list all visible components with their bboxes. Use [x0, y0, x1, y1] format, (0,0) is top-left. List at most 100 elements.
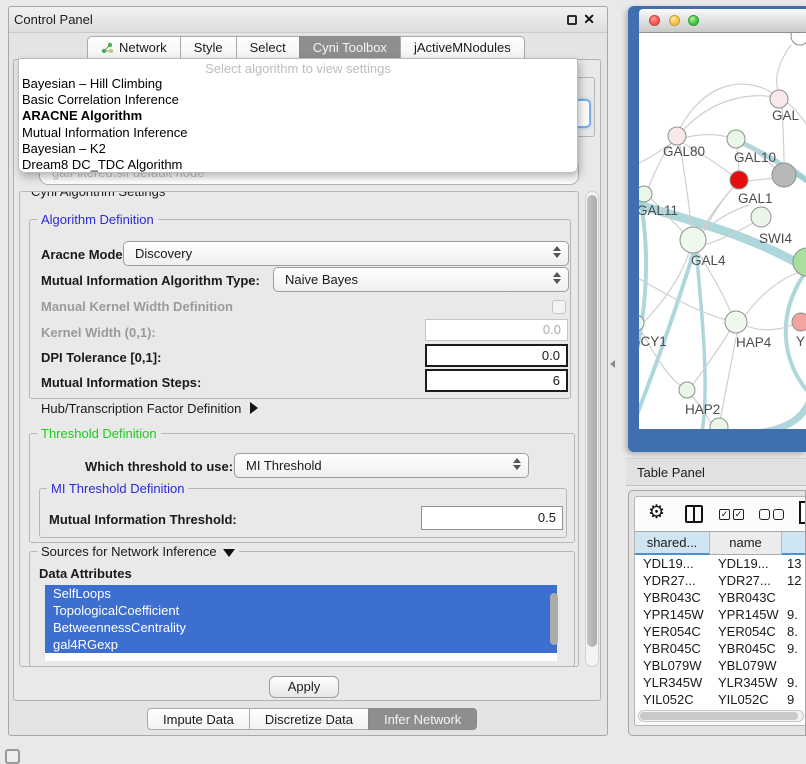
table-cell[interactable]: YDL19... [635, 555, 710, 572]
table-cell[interactable]: 13 [782, 555, 806, 572]
aracne-mode-combo[interactable]: Discovery [123, 241, 569, 266]
mi-type-combo[interactable]: Naive Bayes [273, 267, 569, 292]
network-node[interactable] [772, 163, 796, 187]
table-cell[interactable]: YLR345W [710, 674, 782, 691]
network-node-swi4[interactable] [751, 207, 771, 227]
tab-jactivemnodules[interactable]: jActiveMNodules [400, 36, 525, 59]
network-edge[interactable] [720, 333, 737, 421]
table-cell[interactable]: YDL19... [710, 555, 782, 572]
manual-kernel-checkbox[interactable] [552, 300, 566, 314]
window-zoom-button[interactable] [688, 15, 699, 26]
apply-button[interactable]: Apply [269, 676, 339, 698]
table-cell[interactable]: YBL079W [710, 657, 782, 674]
checkbox-checked-icon[interactable]: ✓ [719, 509, 730, 520]
network-edge[interactable] [680, 96, 778, 134]
tab-impute-data[interactable]: Impute Data [147, 708, 250, 730]
threshold-combo[interactable]: MI Threshold [234, 453, 529, 478]
tab-infer-network[interactable]: Infer Network [368, 708, 477, 730]
algorithm-option[interactable]: Bayesian – K2 [19, 141, 577, 157]
table-row[interactable]: YBR045CYBR045C9. [635, 640, 806, 657]
columns-icon[interactable] [685, 505, 703, 523]
checkbox-unchecked-icon[interactable] [773, 509, 784, 520]
table-cell[interactable]: YDR27... [635, 572, 710, 589]
table-cell[interactable]: 9. [782, 674, 806, 691]
hub-definition-expander[interactable]: Hub/Transcription Factor Definition [41, 401, 258, 416]
document-icon[interactable] [799, 501, 806, 524]
table-row[interactable]: YBR043CYBR043C [635, 589, 806, 606]
network-node-y[interactable] [792, 313, 806, 331]
network-node[interactable] [791, 33, 806, 45]
network-node-hap2[interactable] [679, 382, 695, 398]
sources-group-title[interactable]: Sources for Network Inference [37, 544, 239, 559]
network-node-gal80[interactable] [668, 127, 686, 145]
table-cell[interactable]: YPR145W [635, 606, 710, 623]
table-cell[interactable]: YIL052C [710, 691, 782, 708]
algorithm-option[interactable]: Bayesian – Hill Climbing [19, 76, 577, 92]
table-cell[interactable]: 12 [782, 572, 806, 589]
table-cell[interactable]: YER054C [710, 623, 782, 640]
network-node-gal1[interactable] [730, 171, 748, 189]
table-cell[interactable]: YLR345W [635, 674, 710, 691]
mi-threshold-field[interactable]: 0.5 [421, 506, 563, 530]
network-canvas[interactable]: GALGAL80GAL10GAL1GAL11SWI4GAL4GCY1HAP4YH… [639, 33, 806, 429]
table-row[interactable]: YIL052CYIL052C9 [635, 691, 806, 708]
network-edge[interactable] [678, 84, 779, 132]
network-edge[interactable] [693, 329, 731, 384]
table-cell[interactable]: YBR043C [710, 589, 782, 606]
table-cell[interactable]: 9. [782, 606, 806, 623]
table-row[interactable]: YDL19...YDL19...13 [635, 555, 806, 572]
network-node-gal10[interactable] [727, 130, 745, 148]
attribute-list-item[interactable]: gal4RGexp [45, 636, 557, 653]
checkbox-unchecked-icon[interactable] [759, 509, 770, 520]
settings-scrollbar[interactable] [585, 191, 599, 667]
table-row[interactable]: YDR27...YDR27...12 [635, 572, 806, 589]
settings-scrollbar-thumb[interactable] [587, 195, 597, 647]
table-row[interactable]: YBL079WYBL079W [635, 657, 806, 674]
attributes-scrollbar-thumb[interactable] [550, 593, 558, 645]
network-node-gal4[interactable] [680, 227, 706, 253]
network-window-titlebar[interactable] [639, 9, 806, 33]
network-node[interactable] [710, 418, 728, 429]
table-row[interactable]: YLR345WYLR345W9. [635, 674, 806, 691]
float-window-icon[interactable] [567, 15, 577, 25]
checkbox-checked-icon[interactable]: ✓ [733, 509, 744, 520]
network-node-hap4[interactable] [725, 311, 747, 333]
column-header-extra[interactable] [782, 532, 806, 555]
algorithm-option[interactable]: Basic Correlation Inference [19, 92, 577, 108]
table-cell[interactable] [782, 589, 806, 606]
table-cell[interactable]: YPR145W [710, 606, 782, 623]
tab-discretize-data[interactable]: Discretize Data [249, 708, 369, 730]
table-cell[interactable]: 8. [782, 623, 806, 640]
table-cell[interactable]: YDR27... [710, 572, 782, 589]
attribute-list-item[interactable]: TopologicalCoefficient [45, 602, 557, 619]
attribute-list-item[interactable]: BetweennessCentrality [45, 619, 557, 636]
column-header-name[interactable]: name [710, 532, 782, 555]
network-graph[interactable]: GALGAL80GAL10GAL1GAL11SWI4GAL4GCY1HAP4YH… [639, 33, 806, 429]
dpi-tolerance-field[interactable]: 0.0 [425, 344, 568, 367]
table-cell[interactable]: YBR045C [710, 640, 782, 657]
table-cell[interactable]: YIL052C [635, 691, 710, 708]
mi-steps-field[interactable]: 6 [425, 369, 568, 392]
tab-cyni-toolbox[interactable]: Cyni Toolbox [299, 36, 401, 59]
network-node-gal11[interactable] [639, 186, 652, 202]
network-edge[interactable] [683, 135, 731, 138]
table-cell[interactable]: YBR043C [635, 589, 710, 606]
table-cell[interactable]: 9 [782, 691, 806, 708]
attribute-list-item[interactable]: SelfLoops [45, 585, 557, 602]
network-node-gal[interactable] [770, 90, 788, 108]
table-cell[interactable] [782, 657, 806, 674]
table-row[interactable]: YPR145WYPR145W9. [635, 606, 806, 623]
close-panel-icon[interactable]: ✕ [583, 11, 595, 28]
column-header-shared[interactable]: shared... [635, 532, 710, 555]
tab-select[interactable]: Select [236, 36, 300, 59]
table-cell[interactable]: 9. [782, 640, 806, 657]
tab-network[interactable]: Network [87, 36, 181, 59]
panel-divider-handle[interactable] [610, 360, 615, 368]
table-cell[interactable]: YBR045C [635, 640, 710, 657]
expanded-arrow-icon[interactable] [223, 549, 235, 557]
window-minimize-button[interactable] [669, 15, 680, 26]
collapsed-arrow-icon[interactable] [250, 402, 258, 414]
algorithm-option[interactable]: ARACNE Algorithm [19, 108, 577, 124]
network-edge[interactable] [746, 178, 775, 181]
table-horizontal-scrollbar[interactable] [638, 710, 804, 722]
